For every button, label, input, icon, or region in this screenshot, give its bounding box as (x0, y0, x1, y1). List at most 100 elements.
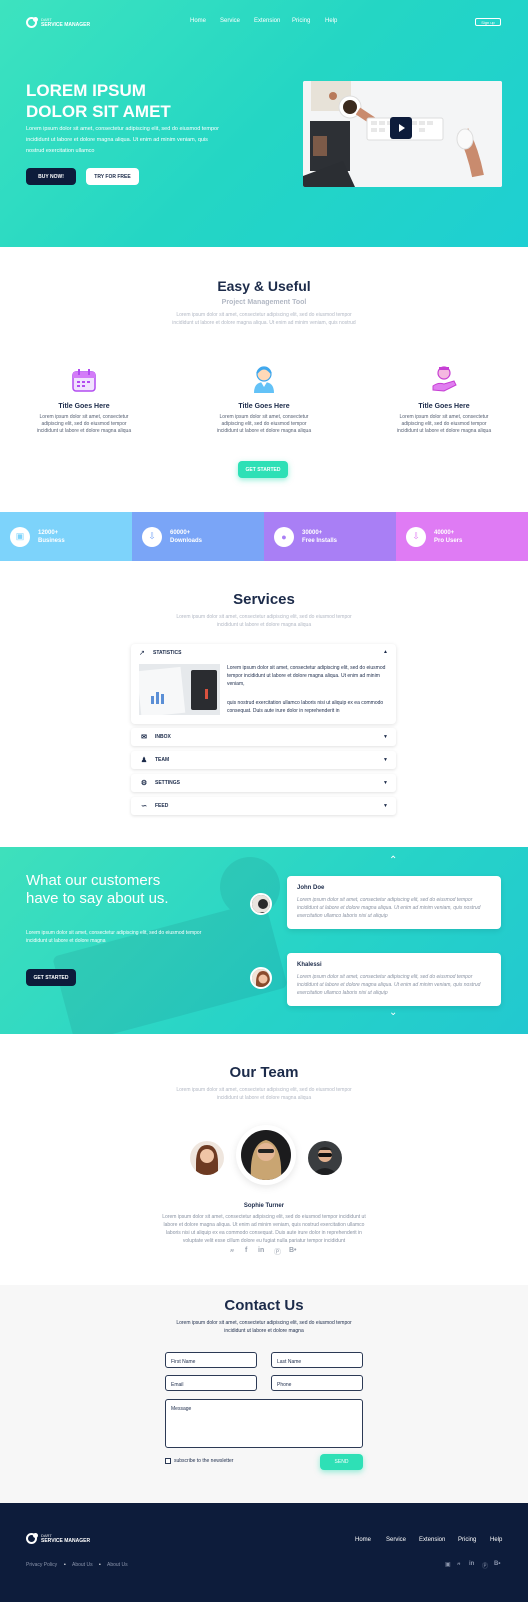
team-title: Our Team (229, 1064, 299, 1081)
testimonials-text: Lorem ipsum dolor sit amet, consectetur … (26, 930, 202, 944)
twitter-icon[interactable]: 𝓃 (230, 1247, 234, 1255)
testimonials-title: What our customers have to say about us. (26, 872, 169, 908)
brand-line2: SERVICE MANAGER (41, 1538, 91, 1544)
contact-section: Contact Us Lorem ipsum dolor sit amet, c… (0, 1285, 528, 1503)
download-icon: ⇩ (142, 526, 162, 547)
chevron-down-icon: ▼ (383, 757, 388, 763)
testimonial-text: Lorem ipsum dolor sit amet, consectetur … (297, 897, 481, 919)
linkedin-icon[interactable]: in (258, 1247, 264, 1254)
chevron-down-icon: ▼ (383, 803, 388, 809)
footer-link-about-2[interactable]: About Us (107, 1562, 128, 1568)
testimonial-card-1: John Doe Lorem ipsum dolor sit amet, con… (287, 876, 501, 929)
testimonials-title-line2: have to say about us. (26, 890, 169, 907)
email-field[interactable]: Email (165, 1375, 257, 1391)
services-intro: Lorem ipsum dolor sit amet, consectetur … (176, 614, 352, 628)
accordion-feed[interactable]: ∽ FEED ▼ (131, 797, 396, 815)
services-title: Services (233, 591, 295, 608)
first-name-field[interactable]: First Name (165, 1352, 257, 1368)
features-get-started-button[interactable]: GET STARTED (238, 461, 288, 478)
support-agent-icon (250, 364, 278, 394)
facebook-icon[interactable]: ▣ (445, 1561, 451, 1568)
features-subtitle: Project Management Tool (221, 299, 307, 306)
footer-nav-service[interactable]: Service (386, 1537, 406, 1543)
statistics-paragraph-1: Lorem ipsum dolor sit amet, consectetur … (227, 665, 386, 687)
hero-title: LOREM IPSUM DOLOR SIT AMET (26, 80, 171, 122)
chevron-up-icon[interactable]: ⌃ (389, 855, 397, 866)
try-free-button[interactable]: TRY FOR FREE (86, 168, 139, 185)
send-button[interactable]: SEND (320, 1454, 363, 1470)
twitter-icon[interactable]: 𝓃 (457, 1561, 461, 1568)
footer-link-dot: • (99, 1562, 101, 1568)
inbox-icon: ✉ (141, 734, 147, 741)
accordion-team[interactable]: ♟ TEAM ▼ (131, 751, 396, 769)
accordion-settings[interactable]: ⚙ SETTINGS ▼ (131, 774, 396, 792)
team-member-name: Sophie Turner (243, 1203, 285, 1209)
pinterest-icon[interactable]: Ⓟ (482, 1561, 488, 1570)
user-hand-icon (430, 364, 458, 394)
footer-nav-home[interactable]: Home (355, 1537, 371, 1543)
chevron-up-icon[interactable]: ▲ (383, 649, 388, 655)
feature-card-3-title: Title Goes Here (418, 403, 470, 410)
footer-nav-help[interactable]: Help (490, 1537, 502, 1543)
buy-now-button[interactable]: BUY NOW! (26, 168, 76, 185)
footer-link-dot: • (64, 1562, 66, 1568)
signup-button[interactable]: Sign up (475, 18, 501, 26)
phone-field[interactable]: Phone (271, 1375, 363, 1391)
hero-title-line2: DOLOR SIT AMET (26, 102, 171, 121)
pinterest-icon[interactable]: Ⓟ (274, 1247, 281, 1257)
accordion-statistics-label[interactable]: STATISTICS (153, 650, 181, 656)
team-member-avatar-active[interactable] (241, 1130, 291, 1180)
stat-number: 40000+ (434, 529, 455, 536)
brand-logo[interactable]: DART SERVICE MANAGER (26, 17, 90, 28)
footer-link-about-1[interactable]: About Us (72, 1562, 93, 1568)
team-member-bio: Lorem ipsum dolor sit amet, consectetur … (162, 1214, 366, 1244)
user-icon: ● (274, 526, 294, 547)
hero-text: Lorem ipsum dolor sit amet, consectetur … (26, 126, 219, 154)
testimonial-card-2: Khalessi Lorem ipsum dolor sit amet, con… (287, 953, 501, 1006)
stat-label: Free Installs (302, 537, 338, 544)
linkedin-icon[interactable]: in (469, 1561, 474, 1567)
avatar-khalessi (250, 967, 272, 989)
chevron-down-icon[interactable]: ⌄ (389, 1007, 397, 1018)
last-name-field[interactable]: Last Name (271, 1352, 363, 1368)
message-field[interactable]: Message (165, 1399, 363, 1448)
nav-home[interactable]: Home (190, 18, 206, 24)
testimonial-name: John Doe (297, 885, 325, 891)
chart-line-icon: ↗ (139, 650, 145, 657)
testimonials-get-started-button[interactable]: GET STARTED (26, 969, 76, 986)
feature-card-2-title: Title Goes Here (238, 403, 290, 410)
stat-label: Pro Users (434, 537, 463, 544)
features-intro: Lorem ipsum dolor sit amet, consectetur … (172, 312, 356, 326)
brand-line2: SERVICE MANAGER (41, 22, 91, 28)
footer-nav-pricing[interactable]: Pricing (458, 1537, 476, 1543)
behance-icon[interactable]: B• (289, 1247, 297, 1254)
hero-video-thumbnail[interactable] (303, 81, 502, 187)
contact-intro: Lorem ipsum dolor sit amet, consectetur … (176, 1320, 352, 1334)
team-member-avatar-right[interactable] (308, 1141, 342, 1175)
stat-number: 30000+ (302, 529, 323, 536)
team-icon: ♟ (140, 757, 148, 764)
stat-downloads: ⇩ 60000+ Downloads (132, 512, 264, 561)
facebook-icon[interactable]: f (245, 1247, 247, 1254)
accordion-settings-label: SETTINGS (155, 780, 181, 786)
play-icon[interactable] (390, 117, 412, 139)
behance-icon[interactable]: B• (494, 1561, 500, 1567)
rss-icon: ∽ (141, 803, 147, 810)
nav-pricing[interactable]: Pricing (292, 18, 310, 24)
folder-icon: ▣ (10, 526, 30, 547)
feature-card-2-text: Lorem ipsum dolor sit amet, consectetur … (216, 414, 312, 434)
footer-brand-logo[interactable]: DART SERVICE MANAGER (26, 1533, 90, 1544)
logo-icon (26, 1533, 38, 1544)
team-member-avatar-left[interactable] (190, 1141, 224, 1175)
stat-business: ▣ 12000+ Business (0, 512, 132, 561)
testimonial-name: Khalessi (297, 962, 322, 968)
accordion-inbox[interactable]: ✉ INBOX ▼ (131, 728, 396, 746)
newsletter-checkbox[interactable] (165, 1458, 171, 1464)
footer-link-privacy[interactable]: Privacy Policy (26, 1562, 57, 1568)
nav-extension[interactable]: Extension (254, 18, 280, 24)
testimonials-section: What our customers have to say about us.… (0, 847, 528, 1034)
nav-service[interactable]: Service (220, 18, 240, 24)
chevron-down-icon: ▼ (383, 780, 388, 786)
nav-help[interactable]: Help (325, 18, 337, 24)
footer-nav-extension[interactable]: Extension (419, 1537, 445, 1543)
